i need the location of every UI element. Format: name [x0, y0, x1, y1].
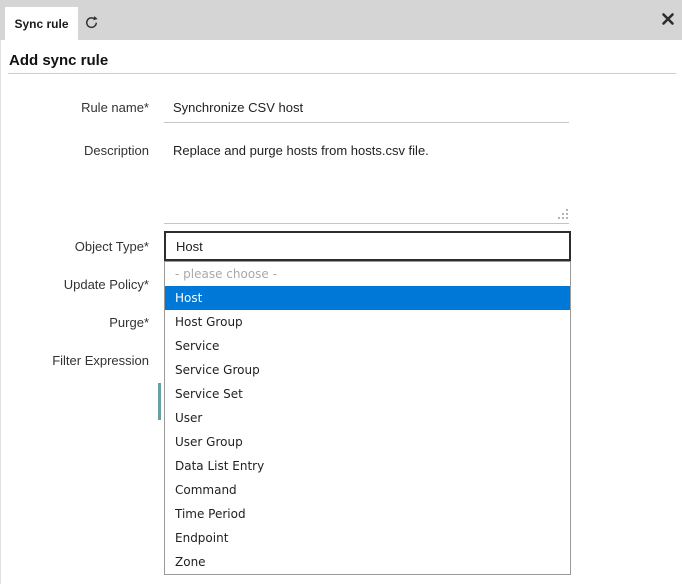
title-divider	[8, 73, 676, 74]
rule-name-input[interactable]: Synchronize CSV host	[173, 100, 303, 115]
dropdown-option[interactable]: User	[165, 406, 570, 430]
dropdown-option[interactable]: User Group	[165, 430, 570, 454]
dropdown-option[interactable]: Service Group	[165, 358, 570, 382]
object-type-label: Object Type*	[1, 239, 149, 254]
add-sync-rule-panel: Add sync rule Rule name* Synchronize CSV…	[0, 40, 682, 584]
dropdown-option[interactable]: Data List Entry	[165, 454, 570, 478]
filter-expression-label: Filter Expression	[1, 353, 149, 368]
purge-label: Purge*	[1, 315, 149, 330]
description-label: Description	[1, 143, 149, 158]
tab-sync-rule[interactable]: Sync rule	[5, 7, 78, 40]
object-type-select[interactable]: Host	[164, 231, 571, 261]
sync-rule-window: Sync rule Add sync rule Rule name* Synch…	[0, 0, 682, 584]
page-title: Add sync rule	[9, 52, 108, 69]
dropdown-option-placeholder[interactable]: - please choose -	[165, 262, 570, 286]
filter-expression-field-edge	[158, 383, 161, 420]
dropdown-option[interactable]: Zone	[165, 550, 570, 574]
dropdown-option[interactable]: Host Group	[165, 310, 570, 334]
tab-sync-rule-label: Sync rule	[14, 17, 68, 31]
dropdown-option[interactable]: Command	[165, 478, 570, 502]
object-type-select-value: Host	[176, 239, 203, 254]
rule-name-label: Rule name*	[1, 100, 149, 115]
object-type-listbox: - please choose -HostHost GroupServiceSe…	[164, 261, 571, 575]
description-textarea-underline[interactable]	[164, 223, 569, 224]
resize-grip-icon[interactable]	[558, 209, 560, 211]
rule-name-input-underline[interactable]	[164, 122, 569, 123]
dropdown-option[interactable]: Endpoint	[165, 526, 570, 550]
dropdown-option[interactable]: Service Set	[165, 382, 570, 406]
dropdown-option[interactable]: Service	[165, 334, 570, 358]
dropdown-option[interactable]: Time Period	[165, 502, 570, 526]
tab-bar: Sync rule	[0, 0, 682, 40]
update-policy-label: Update Policy*	[1, 277, 149, 292]
close-icon[interactable]	[661, 12, 675, 26]
dropdown-option[interactable]: Host	[165, 286, 570, 310]
description-textarea[interactable]: Replace and purge hosts from hosts.csv f…	[173, 143, 429, 158]
refresh-icon[interactable]	[84, 15, 99, 30]
